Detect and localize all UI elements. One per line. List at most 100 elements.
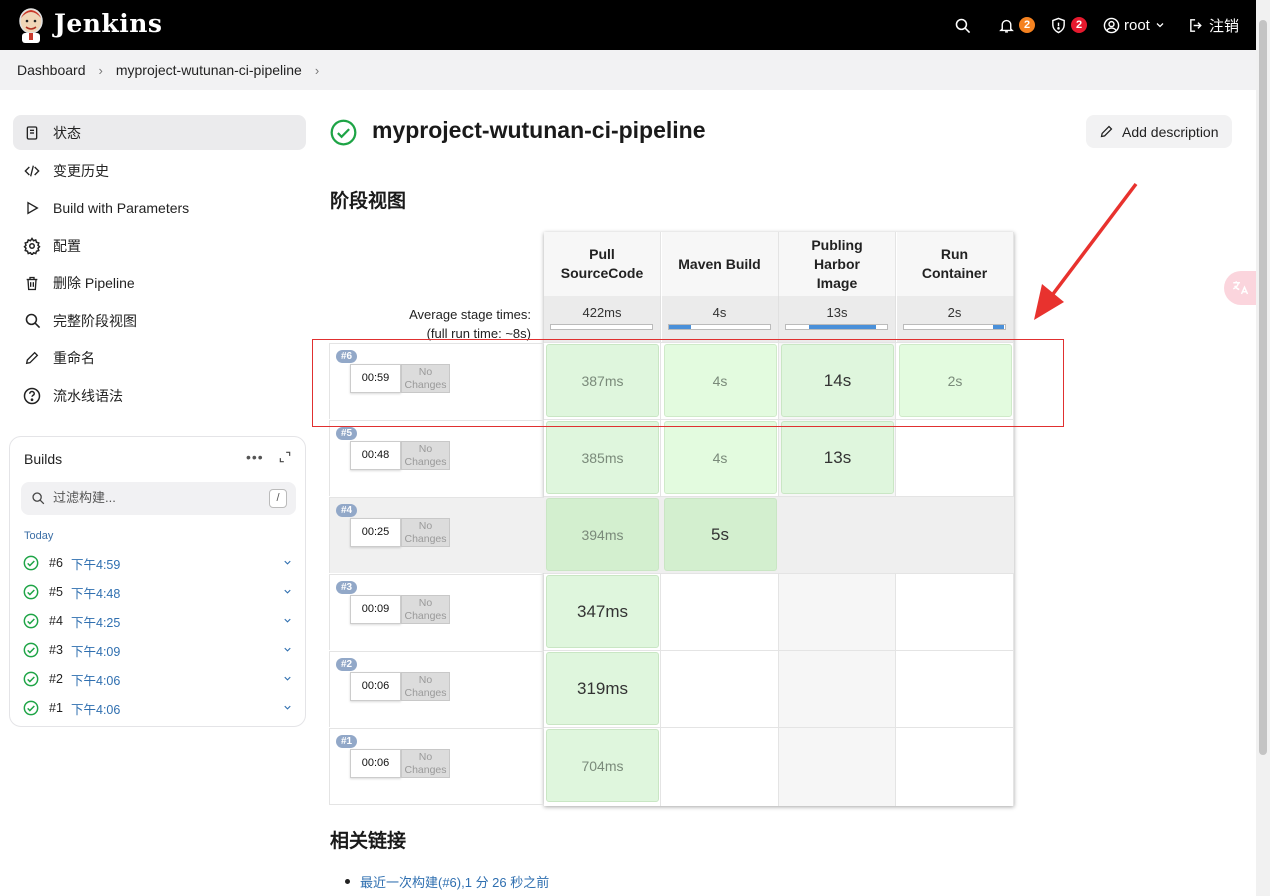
stage-cell[interactable]: 13s — [781, 421, 894, 494]
build-number-badge[interactable]: #5 — [336, 427, 358, 440]
translate-icon[interactable] — [1224, 271, 1256, 305]
nav-build-with-parameters[interactable]: Build with Parameters — [13, 190, 306, 228]
build-time[interactable]: 下午4:09 — [71, 641, 120, 660]
build-time[interactable]: 下午4:25 — [71, 612, 120, 631]
changes-button[interactable]: No Changes — [401, 749, 450, 778]
chevron-down-icon[interactable] — [282, 702, 293, 713]
build-number-badge[interactable]: #2 — [336, 658, 358, 671]
success-check-icon — [23, 613, 39, 629]
stage-build-header: #5 00:48 No Changes — [329, 420, 544, 496]
stage-duration: 13s — [823, 447, 852, 467]
stage-cell[interactable]: 4s — [663, 421, 777, 494]
build-list-item[interactable]: #5 下午4:48 — [23, 580, 293, 604]
filter-builds-input[interactable] — [53, 490, 253, 505]
jenkins-logo[interactable] — [16, 6, 46, 44]
breadcrumb-separator-icon: › — [98, 62, 103, 78]
filter-box[interactable]: / — [21, 482, 296, 515]
success-check-icon — [23, 555, 39, 571]
nav-rename[interactable]: 重命名 — [13, 340, 306, 378]
more-icon[interactable]: ••• — [246, 449, 264, 465]
chevron-down-icon[interactable] — [282, 644, 293, 655]
nav-label: 重命名 — [53, 350, 95, 367]
breadcrumb-dashboard[interactable]: Dashboard — [17, 62, 86, 78]
build-list-item[interactable]: #4 下午4:25 — [23, 609, 293, 633]
stage-cell[interactable]: 385ms — [546, 421, 659, 494]
nav-changes[interactable]: 变更历史 — [13, 152, 306, 190]
document-icon — [23, 124, 41, 142]
stage-average-time: 4s — [712, 305, 727, 320]
stage-build-header: #2 00:06 No Changes — [329, 651, 544, 727]
stage-average-time: 2s — [947, 305, 962, 320]
stage-duration: 5s — [711, 524, 729, 544]
build-time[interactable]: 下午4:06 — [71, 699, 120, 718]
nav-delete-pipeline[interactable]: 删除 Pipeline — [13, 265, 306, 303]
security-button[interactable]: 2 — [1050, 0, 1087, 50]
top-bar: Jenkins 2 2 root 注销 — [0, 0, 1256, 50]
stage-average-bar — [667, 324, 771, 330]
nav-pipeline-syntax[interactable]: 流水线语法 — [13, 377, 306, 415]
build-number-badge[interactable]: #1 — [336, 735, 358, 748]
scrollbar-thumb[interactable] — [1259, 20, 1267, 755]
breadcrumb-dropdown-icon[interactable]: › — [315, 63, 319, 78]
build-list-item[interactable]: #2 下午4:06 — [23, 667, 293, 691]
changes-button[interactable]: No Changes — [401, 672, 450, 701]
help-icon — [23, 387, 41, 405]
success-check-icon — [23, 584, 39, 600]
stage-name: Publing Harbor Image — [811, 236, 863, 291]
stage-average-bar-fill — [809, 325, 876, 329]
build-time[interactable]: 下午4:06 — [71, 670, 120, 689]
stage-name: Pull SourceCode — [560, 246, 644, 281]
stage-average-time: 422ms — [582, 305, 622, 320]
breadcrumb-project[interactable]: myproject-wutunan-ci-pipeline — [116, 62, 302, 78]
nav-configure[interactable]: 配置 — [13, 227, 306, 265]
chevron-down-icon[interactable] — [282, 673, 293, 684]
expand-icon[interactable] — [278, 450, 292, 464]
changes-button[interactable]: No Changes — [401, 595, 450, 624]
related-link[interactable]: 最近一次构建(#6),1 分 26 秒之前 — [345, 872, 549, 890]
stage-duration: 704ms — [581, 757, 624, 774]
stage-cell[interactable]: 5s — [663, 498, 777, 571]
stage-average-time: 13s — [826, 305, 848, 320]
user-menu[interactable]: root — [1103, 0, 1166, 50]
stage-cell[interactable]: 319ms — [546, 652, 659, 725]
build-list-item[interactable]: #6 下午4:59 — [23, 551, 293, 575]
pencil-icon — [23, 349, 41, 367]
stage-duration: 394ms — [581, 526, 624, 543]
build-number-badge[interactable]: #3 — [336, 581, 358, 594]
notifications-button[interactable]: 2 — [998, 0, 1035, 50]
stage-header: Publing Harbor Image — [779, 232, 896, 296]
builds-panel: Builds ••• / Today #6 下午4:59 #5 下午4:48 #4 下午4… — [9, 436, 306, 727]
search-button[interactable] — [954, 0, 971, 50]
stage-cell[interactable]: 704ms — [546, 729, 659, 802]
nav-status[interactable]: 状态 — [13, 115, 306, 150]
nav-full-stage-view[interactable]: 完整阶段视图 — [13, 302, 306, 340]
build-list-item[interactable]: #1 下午4:06 — [23, 696, 293, 720]
code-icon — [23, 162, 41, 180]
build-list-item[interactable]: #3 下午4:09 — [23, 638, 293, 662]
chevron-down-icon[interactable] — [282, 615, 293, 626]
notifications-badge: 2 — [1019, 17, 1035, 33]
build-time[interactable]: 下午4:48 — [71, 583, 120, 602]
vertical-scrollbar[interactable] — [1256, 0, 1270, 896]
build-duration: 00:09 — [350, 595, 401, 624]
chevron-down-icon[interactable] — [282, 586, 293, 597]
logout-button[interactable]: 注销 — [1188, 0, 1239, 50]
stage-view-title: 阶段视图 — [330, 191, 407, 212]
changes-button[interactable]: No Changes — [401, 441, 450, 470]
stage-name: Run Container — [921, 246, 988, 281]
changes-button[interactable]: No Changes — [401, 518, 450, 547]
chevron-down-icon[interactable] — [282, 557, 293, 568]
build-number: #2 — [49, 672, 63, 686]
brand-title[interactable]: Jenkins — [54, 9, 162, 38]
add-description-button[interactable]: Add description — [1086, 115, 1232, 148]
stage-cell[interactable]: 394ms — [546, 498, 659, 571]
logout-icon — [1190, 18, 1202, 32]
stage-cell[interactable]: 347ms — [546, 575, 659, 648]
keyboard-shortcut-hint: / — [269, 489, 287, 508]
stage-header: Pull SourceCode — [544, 232, 661, 296]
build-number-badge[interactable]: #4 — [336, 504, 358, 517]
build-number: #5 — [49, 585, 63, 599]
success-check-icon — [23, 642, 39, 658]
build-time[interactable]: 下午4:59 — [71, 554, 120, 573]
nav-label: 完整阶段视图 — [53, 312, 137, 329]
